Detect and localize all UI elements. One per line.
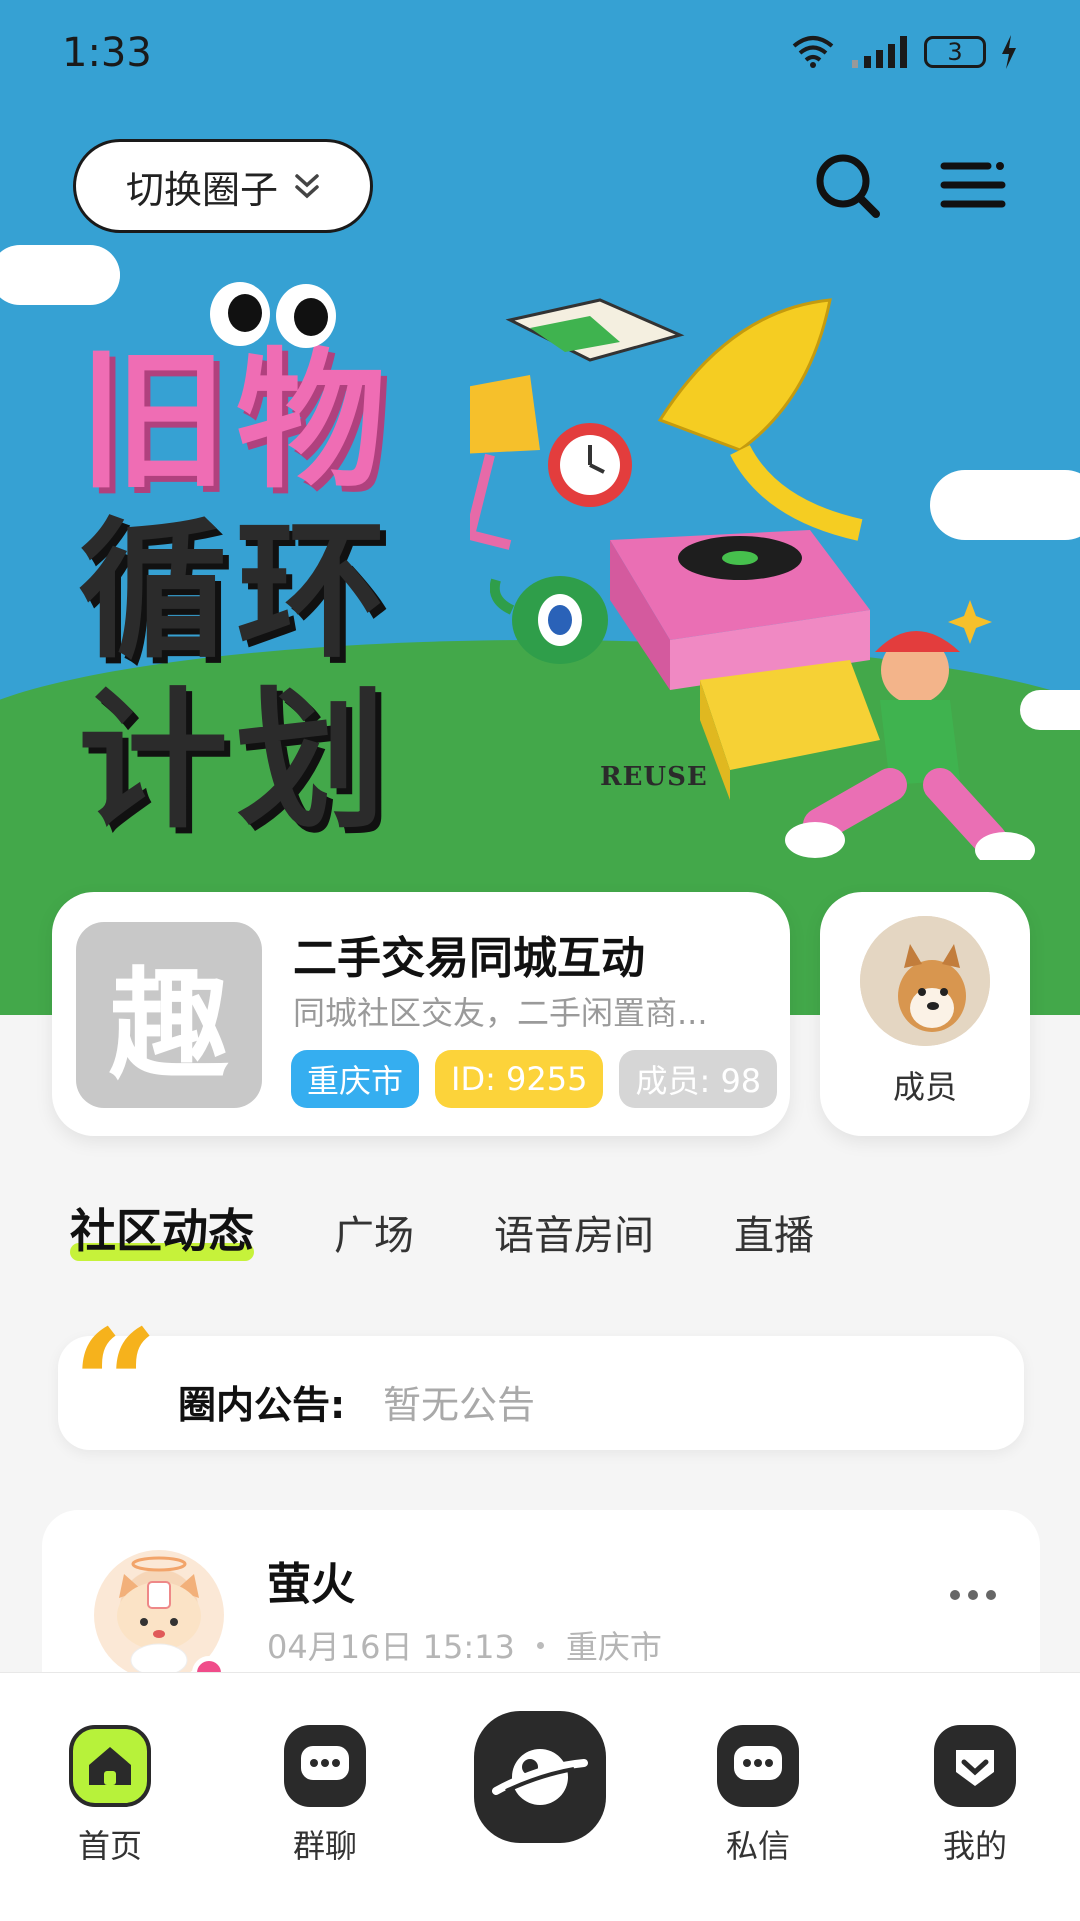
message-icon [717, 1725, 799, 1807]
nav-home[interactable]: 首页 [40, 1725, 180, 1867]
search-icon[interactable] [812, 150, 882, 220]
dog-avatar-icon [860, 916, 990, 1046]
menu-icon[interactable] [938, 150, 1008, 220]
switch-circle-label: 切换圈子 [125, 167, 278, 212]
profile-icon [934, 1725, 1016, 1807]
id-tag: ID: 9255 [435, 1050, 604, 1108]
nav-group-chat[interactable]: 群聊 [255, 1725, 395, 1867]
group-info-card[interactable]: 趣 二手交易同城互动 同城社区交友，二手闲置商... 重庆市 ID: 9255 … [52, 892, 790, 1136]
banner-eyes [210, 282, 340, 352]
nav-home-label: 首页 [77, 1827, 142, 1865]
nav-profile-label: 我的 [942, 1827, 1007, 1865]
group-name: 二手交易同城互动 [293, 933, 645, 984]
group-tags: 重庆市 ID: 9255 成员: 98 [291, 1050, 778, 1108]
teapot-illustration [490, 576, 608, 664]
bottom-nav: 首页 群聊 私信 我的 [0, 1672, 1080, 1921]
banner-title-line3: 计划 [78, 675, 395, 849]
group-logo: 趣 [76, 922, 262, 1108]
tab-voice-room[interactable]: 语音房间 [494, 1203, 654, 1261]
wifi-icon [792, 36, 834, 68]
nav-messages[interactable]: 私信 [688, 1725, 828, 1867]
banner-reuse-label: REUSE [600, 762, 708, 792]
chevron-down-icon [295, 174, 319, 199]
city-tag: 重庆市 [291, 1050, 420, 1108]
quote-icon: “ [72, 1297, 159, 1473]
tab-plaza[interactable]: 广场 [334, 1203, 414, 1261]
more-options-icon[interactable] [950, 1590, 996, 1600]
announcement-value: 暂无公告 [383, 1383, 536, 1427]
meta-separator [536, 1641, 544, 1649]
members-card[interactable]: 成员 [820, 892, 1030, 1136]
status-time: 1:33 [62, 30, 152, 76]
planet-button[interactable] [474, 1711, 606, 1843]
chat-bubble-icon [284, 1725, 366, 1807]
post-location: 重庆市 [565, 1628, 662, 1666]
post-username[interactable]: 萤火 [267, 1548, 355, 1612]
battery-icon: 3 [924, 36, 986, 68]
nav-messages-label: 私信 [725, 1827, 790, 1865]
nav-group-chat-label: 群聊 [292, 1827, 357, 1865]
switch-circle-button[interactable]: 切换圈子 [73, 139, 373, 233]
planet-icon [492, 1749, 588, 1805]
post-time: 04月16日 15:13 [267, 1628, 515, 1666]
members-label: 成员 [892, 1068, 957, 1106]
hero-banner[interactable]: 1:33 3 切换圈子 旧物 循环 计划 REUSE [0, 0, 1080, 1015]
announcement-bar[interactable]: 圈内公告: 暂无公告 [58, 1336, 1024, 1450]
announcement-label: 圈内公告: [178, 1383, 346, 1427]
charging-icon [1002, 35, 1016, 69]
member-count-tag: 成员: 98 [619, 1050, 778, 1108]
banner-cloud [40, 255, 120, 295]
group-description: 同城社区交友，二手闲置商... [293, 994, 708, 1032]
post-meta: 04月16日 15:13 重庆市 [267, 1622, 662, 1668]
tab-community-feed[interactable]: 社区动态 [70, 1195, 254, 1261]
nav-profile[interactable]: 我的 [905, 1725, 1045, 1867]
tab-live[interactable]: 直播 [734, 1203, 814, 1261]
home-icon [69, 1725, 151, 1807]
signal-icon [852, 36, 907, 68]
member-avatar [860, 916, 990, 1046]
status-icons: 3 [790, 34, 1018, 70]
community-tabs: 社区动态 广场 语音房间 直播 [70, 1195, 894, 1261]
